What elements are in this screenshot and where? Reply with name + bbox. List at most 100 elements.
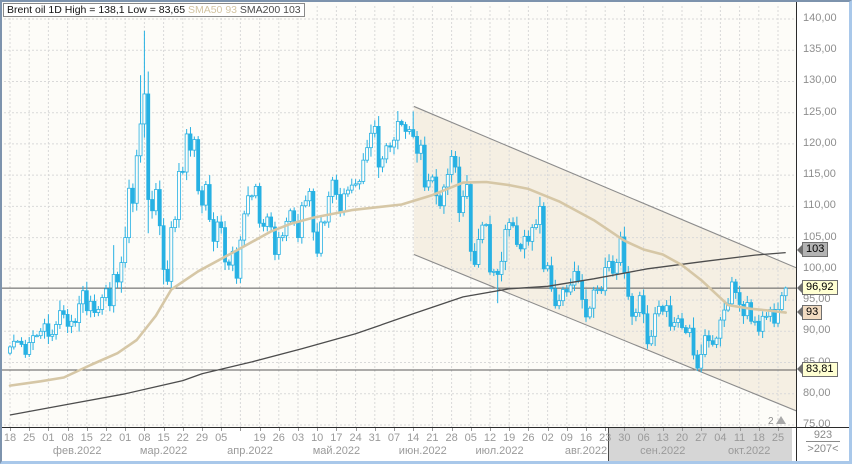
price-axis-label: 135,00: [803, 43, 837, 55]
price-tag: 83,81: [802, 362, 838, 377]
time-axis-label: 31: [369, 432, 381, 444]
time-axis-tickmark: [528, 428, 529, 431]
time-axis-tickmark: [356, 428, 357, 431]
time-axis-tickmark: [48, 428, 49, 431]
time-axis-month-label: май.2022: [313, 445, 360, 457]
time-axis-month-label: сен.2022: [640, 445, 685, 457]
time-axis-tickmark: [298, 428, 299, 431]
time-axis-label: 09: [561, 432, 573, 444]
price-tag: 103: [802, 242, 828, 257]
time-axis-tickmark: [260, 428, 261, 431]
chart-window: Brent oil 1D High = 138,1 Low = 83,65 SM…: [0, 0, 852, 464]
time-axis-tickmark: [144, 428, 145, 431]
price-axis-label: 80,00: [803, 387, 831, 399]
legend-main: Brent oil 1D High = 138,1 Low = 83,65: [7, 4, 185, 16]
price-axis[interactable]: 140,00135,00130,00125,00120,00115,00110,…: [797, 2, 849, 427]
time-axis-label: 22: [177, 432, 189, 444]
time-axis-label: 21: [426, 432, 438, 444]
price-axis-label: 105,00: [803, 231, 837, 243]
price-axis-label: 120,00: [803, 137, 837, 149]
time-axis-label: 03: [292, 432, 304, 444]
time-axis-tickmark: [183, 428, 184, 431]
time-axis-tickmark: [644, 428, 645, 431]
time-axis-label: 07: [388, 432, 400, 444]
time-axis-tickmark: [279, 428, 280, 431]
time-axis-month-label: июл.2022: [476, 445, 524, 457]
time-axis-tickmark: [336, 428, 337, 431]
time-axis-tickmark: [432, 428, 433, 431]
time-axis-label: 12: [484, 432, 496, 444]
axis-separator-vertical: [796, 2, 797, 461]
time-axis-tickmark: [740, 428, 741, 431]
time-axis-label: 19: [503, 432, 515, 444]
time-axis-label: 15: [81, 432, 93, 444]
time-axis-label: 05: [215, 432, 227, 444]
time-axis-month-label: июн.2022: [399, 445, 447, 457]
price-tag: 93: [802, 305, 822, 320]
time-axis-label: 20: [676, 432, 688, 444]
price-tag: 96,92: [802, 280, 838, 295]
time-axis-label: 06: [637, 432, 649, 444]
time-axis-tickmark: [548, 428, 549, 431]
time-axis-tickmark: [375, 428, 376, 431]
time-axis-tickmark: [720, 428, 721, 431]
time-axis-month-label: мар.2022: [140, 445, 187, 457]
time-axis-tickmark: [394, 428, 395, 431]
time-axis-tickmark: [471, 428, 472, 431]
time-axis-tickmark: [202, 428, 203, 431]
time-axis-label: 28: [445, 432, 457, 444]
time-axis-tickmark: [452, 428, 453, 431]
time-axis[interactable]: 1825010815220108152229051926031017243107…: [2, 428, 796, 461]
time-axis-tickmark: [759, 428, 760, 431]
time-axis-label: 25: [23, 432, 35, 444]
price-axis-label: 110,00: [803, 199, 836, 211]
time-axis-label: 13: [657, 432, 669, 444]
time-axis-month-label: апр.2022: [227, 445, 273, 457]
price-axis-label: 130,00: [803, 74, 837, 86]
time-axis-label: 18: [753, 432, 765, 444]
candlestick-chart[interactable]: [2, 2, 796, 427]
time-axis-label: 23: [599, 432, 611, 444]
time-axis-tickmark: [509, 428, 510, 431]
up-triangle-icon: [776, 416, 786, 424]
time-axis-label: 14: [407, 432, 419, 444]
time-axis-label: 18: [4, 432, 16, 444]
time-axis-label: 08: [61, 432, 73, 444]
time-axis-label: 02: [541, 432, 553, 444]
time-axis-tickmark: [413, 428, 414, 431]
price-axis-label: 125,00: [803, 106, 837, 118]
time-axis-label: 01: [119, 432, 131, 444]
time-axis-label: 04: [714, 432, 726, 444]
time-axis-label: 22: [100, 432, 112, 444]
time-axis-month-label: авг.2022: [565, 445, 607, 457]
time-axis-tickmark: [663, 428, 664, 431]
time-axis-tickmark: [106, 428, 107, 431]
time-axis-tickmark: [701, 428, 702, 431]
time-axis-tickmark: [68, 428, 69, 431]
bar-marker-badge: 2: [768, 416, 786, 427]
time-axis-label: 27: [695, 432, 707, 444]
legend-sma200: SMA200 103: [240, 4, 301, 16]
time-axis-label: 05: [465, 432, 477, 444]
time-axis-tickmark: [10, 428, 11, 431]
time-axis-tickmark: [682, 428, 683, 431]
time-axis-label: 26: [273, 432, 285, 444]
time-axis-tickmark: [29, 428, 30, 431]
price-axis-label: 115,00: [803, 168, 836, 180]
counter-bottom: >207<: [797, 442, 849, 455]
time-axis-tickmark: [317, 428, 318, 431]
time-axis-tickmark: [240, 428, 241, 431]
time-axis-label: 29: [196, 432, 208, 444]
time-axis-label: 15: [157, 432, 169, 444]
time-axis-tickmark: [221, 428, 222, 431]
chart-legend: Brent oil 1D High = 138,1 Low = 83,65 SM…: [3, 3, 305, 17]
time-axis-label: 25: [772, 432, 784, 444]
time-axis-month-label: фев.2022: [53, 445, 102, 457]
time-axis-label: 17: [330, 432, 342, 444]
time-axis-tickmark: [164, 428, 165, 431]
legend-sma50: SMA50 93: [188, 4, 237, 16]
time-axis-label: 11: [734, 432, 745, 444]
counter-top: 923: [806, 428, 840, 442]
time-axis-tickmark: [125, 428, 126, 431]
time-axis-tickmark: [605, 428, 606, 431]
